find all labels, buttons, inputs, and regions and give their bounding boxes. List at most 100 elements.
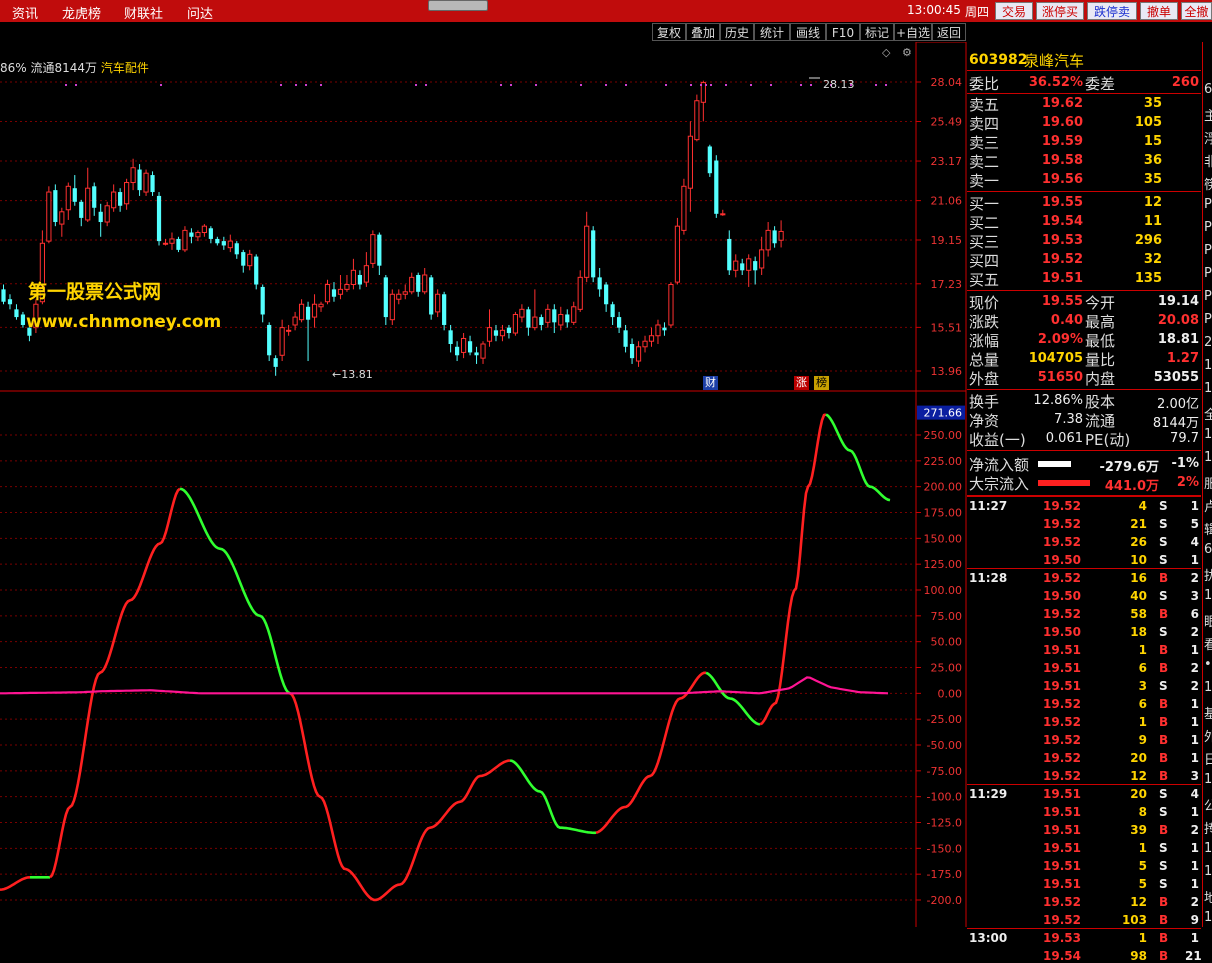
buy-volume: 12 [1143, 195, 1162, 210]
candle-body [53, 190, 58, 223]
price-tick-label: 17.23 [931, 278, 963, 291]
candle [746, 254, 752, 287]
chart-area[interactable]: 28.04 25.49 23.17 21.06 19.15 17.23 15.51 13.96… [0, 42, 967, 927]
edge-glyph: 浮 [1204, 128, 1212, 147]
candle-body [169, 238, 175, 244]
trade-count: 3 [1190, 769, 1199, 783]
tool-adjust[interactable]: 复权 [652, 23, 686, 41]
candle [416, 272, 421, 297]
candle [467, 335, 473, 356]
trade-count: 5 [1190, 517, 1199, 531]
title-scroll-handle[interactable] [428, 0, 488, 11]
trade-side: B [1159, 769, 1169, 783]
cancel-all-button[interactable]: 全撤 [1181, 2, 1212, 20]
trade-volume: 20 [1130, 751, 1147, 765]
limit-up-tag[interactable]: 涨 [794, 376, 809, 390]
candle [350, 258, 357, 290]
trade-count: 2 [1190, 823, 1199, 837]
price-tick-label: 28.04 [931, 76, 963, 89]
tool-mark[interactable]: 标记 [860, 23, 894, 41]
sell-volume: 36 [1143, 153, 1162, 168]
dragon-list-tag[interactable]: 榜 [814, 376, 829, 390]
candle [7, 294, 13, 310]
candle-body [383, 277, 388, 318]
candle-body [429, 277, 434, 315]
edge-glyph: 服 [1204, 473, 1212, 492]
candle [740, 258, 745, 275]
indicator-tick-label: 0.00 [938, 687, 963, 700]
candle [753, 256, 758, 285]
industry-text[interactable]: 汽车配件 [101, 61, 149, 75]
candle [617, 311, 622, 334]
menu-dragon-tiger[interactable]: 龙虎榜 [62, 3, 101, 22]
candle-body [104, 205, 110, 223]
buy-volume: 11 [1143, 214, 1162, 229]
candle-body [655, 324, 661, 337]
tool-history[interactable]: 历史 [720, 23, 754, 41]
trade-volume: 4 [1138, 499, 1147, 513]
trade-side: B [1159, 607, 1169, 621]
trade-count: 2 [1190, 571, 1199, 585]
candle-body [532, 316, 538, 329]
edge-glyph: 非 [1204, 151, 1212, 170]
trade-price: 19.52 [1043, 517, 1081, 531]
tool-f10[interactable]: F10 [826, 23, 860, 41]
trade-volume: 39 [1130, 823, 1147, 837]
candle [402, 284, 408, 300]
limit-up-buy-button[interactable]: 涨停买 [1036, 2, 1084, 20]
limit-down-sell-button[interactable]: 跌停卖 [1087, 2, 1137, 20]
candle-body [318, 303, 324, 308]
candle [558, 306, 564, 331]
watermark-title: 第一股票公式网 [28, 281, 162, 303]
indicator-tick-label: 50.00 [931, 636, 963, 649]
candle [208, 226, 213, 244]
flow-percent: -1% [1171, 456, 1199, 471]
trade-count: 1 [1190, 643, 1199, 657]
menu-cailianshe[interactable]: 财联社 [124, 3, 163, 22]
candle-body [357, 274, 362, 285]
candle-body [396, 293, 402, 300]
trade-count: 1 [1190, 877, 1199, 891]
tool-overlay[interactable]: 叠加 [686, 23, 720, 41]
trade-side: B [1159, 571, 1169, 585]
candle-body [221, 241, 226, 246]
candle-body [480, 343, 486, 359]
trade-volume: 16 [1130, 571, 1147, 585]
fund-label: 换手 [969, 393, 1000, 411]
indicator-tick-label: -50.00 [927, 739, 962, 752]
menu-wenda[interactable]: 问达 [187, 3, 213, 22]
tool-back[interactable]: 返回 [932, 23, 966, 41]
candle [72, 175, 77, 206]
cancel-order-button[interactable]: 撤单 [1140, 2, 1178, 20]
price-tick-label: 21.06 [931, 195, 963, 208]
trade-count: 1 [1190, 859, 1199, 873]
candle-body [545, 308, 551, 323]
divider [967, 450, 1201, 451]
candle-body [707, 146, 712, 174]
tool-draw[interactable]: 画线 [790, 23, 826, 41]
tool-stats[interactable]: 统计 [754, 23, 790, 41]
signal-marker [810, 84, 812, 86]
trade-price: 19.51 [1043, 823, 1081, 837]
candle-body [14, 309, 19, 318]
trade-price: 19.51 [1043, 787, 1081, 801]
finance-tag[interactable]: 财 [703, 376, 718, 390]
trade-volume: 21 [1130, 517, 1147, 531]
trade-count: 2 [1190, 625, 1199, 639]
signal-marker [160, 84, 162, 86]
candle-body [130, 167, 136, 184]
menu-news[interactable]: 资讯 [12, 3, 38, 22]
price-tick-label: 13.96 [931, 365, 963, 378]
trade-volume: 8 [1138, 805, 1147, 819]
candle-body [118, 192, 123, 206]
candle [305, 301, 311, 362]
sell-volume: 15 [1143, 134, 1162, 149]
candle-body [519, 308, 525, 318]
candle-body [85, 187, 91, 221]
buy-level-label: 买五 [969, 271, 1000, 289]
tool-add-watch[interactable]: +自选 [894, 23, 932, 41]
trade-volume: 1 [1138, 841, 1147, 855]
trade-button[interactable]: 交易 [995, 2, 1033, 20]
trade-count: 1 [1190, 841, 1199, 855]
edge-glyph: 1 [1204, 680, 1212, 695]
